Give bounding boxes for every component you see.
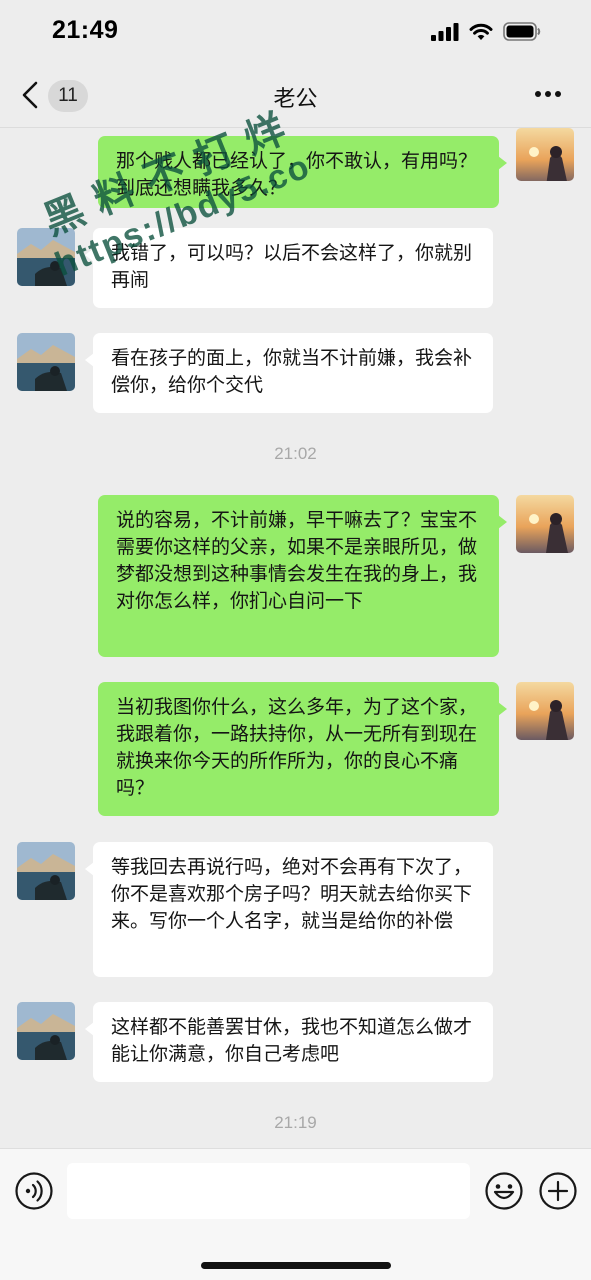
voice-icon[interactable] [14, 1171, 54, 1211]
nav-bar: 11 老公 [0, 62, 591, 128]
contact-avatar[interactable] [17, 1002, 75, 1060]
wifi-icon [469, 23, 493, 40]
message-text: 说的容易，不计前嫌，早干嘛去了？宝宝不需要你这样的父亲，如果不是亲眼所见，做梦都… [116, 509, 478, 612]
message-text: 等我回去再说行吗，绝对不会再有下次了，你不是喜欢那个房子吗？明天就去给你买下来。… [111, 856, 473, 932]
message-timestamp: 21:19 [274, 1113, 317, 1132]
chat-title: 老公 [273, 87, 318, 112]
message-text: 当初我图你什么，这么多年，为了这个家，我跟着你，一路扶持你，从一无所有到现在就换… [116, 696, 478, 799]
status-time: 21:49 [52, 16, 119, 44]
message-bubble-sent[interactable]: 说的容易，不计前嫌，早干嘛去了？宝宝不需要你这样的父亲，如果不是亲眼所见，做梦都… [98, 495, 507, 657]
message-input[interactable] [67, 1163, 470, 1219]
my-avatar[interactable] [516, 128, 574, 181]
message-bubble-received[interactable]: 等我回去再说行吗，绝对不会再有下次了，你不是喜欢那个房子吗？明天就去给你买下来。… [85, 842, 493, 977]
message-bubble-received[interactable]: 这样都不能善罢甘休，我也不知道怎么做才能让你满意，你自己考虑吧 [85, 1002, 493, 1082]
message-bubble-received[interactable]: 看在孩子的面上，你就当不计前嫌，我会补偿你，给你个交代 [85, 333, 493, 413]
message-text: 这样都不能善罢甘休，我也不知道怎么做才能让你满意，你自己考虑吧 [111, 1016, 473, 1065]
plus-icon[interactable] [538, 1171, 578, 1211]
message-bubble-sent[interactable]: 那个贱人都已经认了，你不敢认，有用吗？到底还想瞒我多久？ [98, 136, 507, 208]
signal-icon [431, 22, 459, 41]
message-bubble-sent[interactable]: 当初我图你什么，这么多年，为了这个家，我跟着你，一路扶持你，从一无所有到现在就换… [98, 682, 507, 816]
message-text: 看在孩子的面上，你就当不计前嫌，我会补偿你，给你个交代 [111, 347, 473, 396]
message-bubble-received[interactable]: 我错了，可以吗？以后不会这样了，你就别再闹 [85, 228, 493, 308]
home-indicator[interactable] [201, 1262, 391, 1269]
input-bar [0, 1148, 591, 1280]
status-bar: 21:49 [0, 0, 591, 62]
more-icon[interactable] [533, 84, 563, 104]
emoji-icon[interactable] [484, 1171, 524, 1211]
message-text: 那个贱人都已经认了，你不敢认，有用吗？到底还想瞒我多久？ [116, 150, 478, 199]
contact-avatar[interactable] [17, 333, 75, 391]
message-timestamp: 21:02 [274, 444, 317, 463]
status-icons [431, 22, 541, 41]
contact-avatar[interactable] [17, 842, 75, 900]
contact-avatar[interactable] [17, 228, 75, 286]
battery-icon [503, 22, 541, 41]
my-avatar[interactable] [516, 495, 574, 553]
message-text: 我错了，可以吗？以后不会这样了，你就别再闹 [111, 242, 473, 291]
my-avatar[interactable] [516, 682, 574, 740]
chat-message-list[interactable]: 那个贱人都已经认了，你不敢认，有用吗？到底还想瞒我多久？ 我错了，可以吗？以后不… [0, 128, 591, 1148]
